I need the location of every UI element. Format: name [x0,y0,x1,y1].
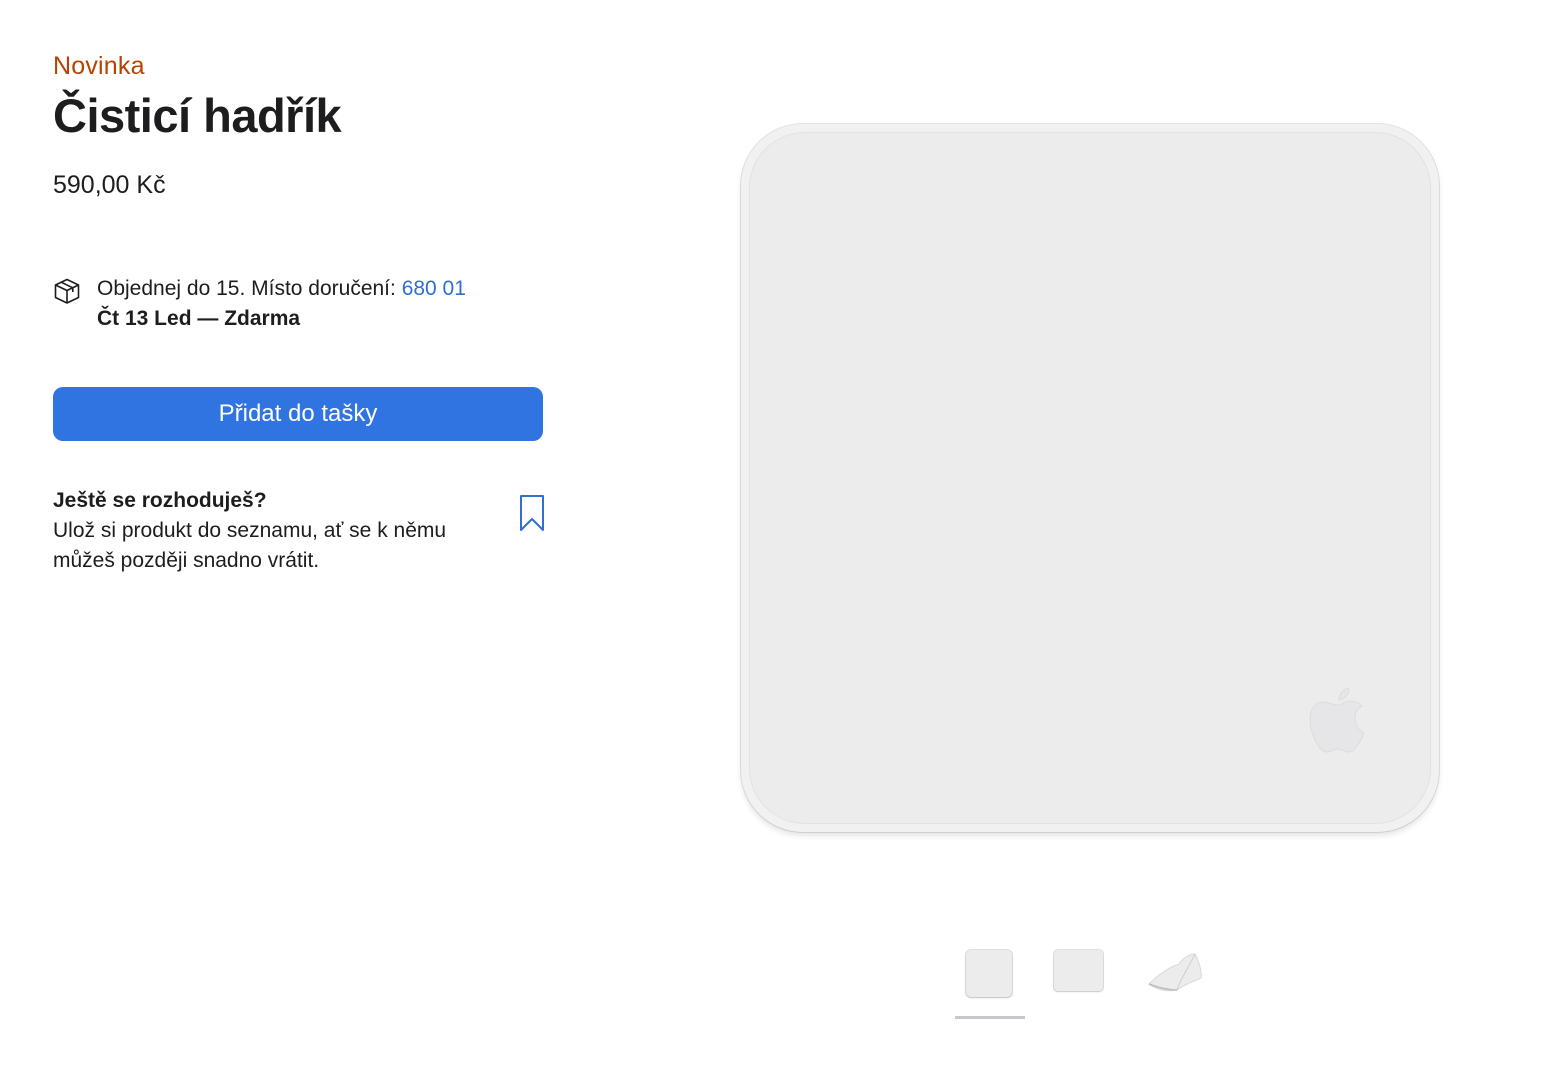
thumbnail-selected-indicator [955,1016,1025,1019]
new-badge: Novinka [53,52,145,80]
apple-logo-icon [1309,687,1365,753]
box-icon [54,278,80,304]
delivery-order-text: Objednej do 15. Místo doručení: [97,277,402,300]
delivery-zip-link[interactable]: 680 01 [402,277,466,300]
delivery-date: Čt 13 Led — Zdarma [97,307,301,330]
save-for-later-section: Ještě se rozhoduješ? Ulož si produkt do … [53,486,545,576]
thumbnail-2-image [1054,950,1103,991]
thumbnail-strip [950,940,1210,1030]
delivery-text: Objednej do 15. Místo doručení: 680 01 Č… [97,274,466,334]
product-price: 590,00 Kč [53,171,166,199]
delivery-order-line: Objednej do 15. Místo doručení: 680 01 [97,274,466,304]
product-image [741,124,1441,834]
thumbnail-1-image [966,950,1012,997]
thumbnail-3-image [1148,953,1202,992]
save-description: Ulož si produkt do seznamu, ať se k němu… [53,519,447,572]
product-title: Čisticí hadřík [53,89,342,142]
add-to-bag-button[interactable]: Přidat do tašky [53,387,543,441]
thumbnail-1[interactable] [955,940,1025,1020]
bookmark-icon[interactable] [519,494,545,532]
save-title: Ještě se rozhoduješ? [53,489,267,512]
thumbnail-2[interactable] [1050,940,1110,1000]
product-page: Novinka Čisticí hadřík 590,00 Kč Objedne… [0,0,1546,1090]
thumbnail-3[interactable] [1145,948,1205,998]
